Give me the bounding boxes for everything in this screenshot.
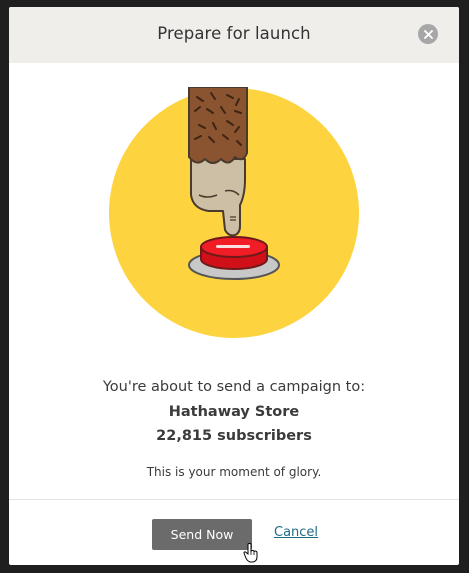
launch-illustration xyxy=(109,87,359,338)
subscriber-count: 22,815 subscribers xyxy=(156,428,312,444)
close-button[interactable] xyxy=(418,24,438,44)
send-intro-text: You're about to send a campaign to: xyxy=(102,379,366,395)
hand-pointer-cursor-icon xyxy=(243,543,258,563)
dialog-title: Prepare for launch xyxy=(157,24,311,43)
send-now-button[interactable]: Send Now xyxy=(152,519,252,550)
tagline: This is your moment of glory. xyxy=(146,465,322,479)
footer-divider xyxy=(9,499,459,500)
close-icon xyxy=(423,29,433,39)
dialog-header: Prepare for launch xyxy=(9,7,459,63)
campaign-send-dialog: Prepare for launch You're about to send … xyxy=(9,7,459,565)
cancel-link[interactable]: Cancel xyxy=(274,525,318,540)
list-name: Hathaway Store xyxy=(168,404,300,420)
